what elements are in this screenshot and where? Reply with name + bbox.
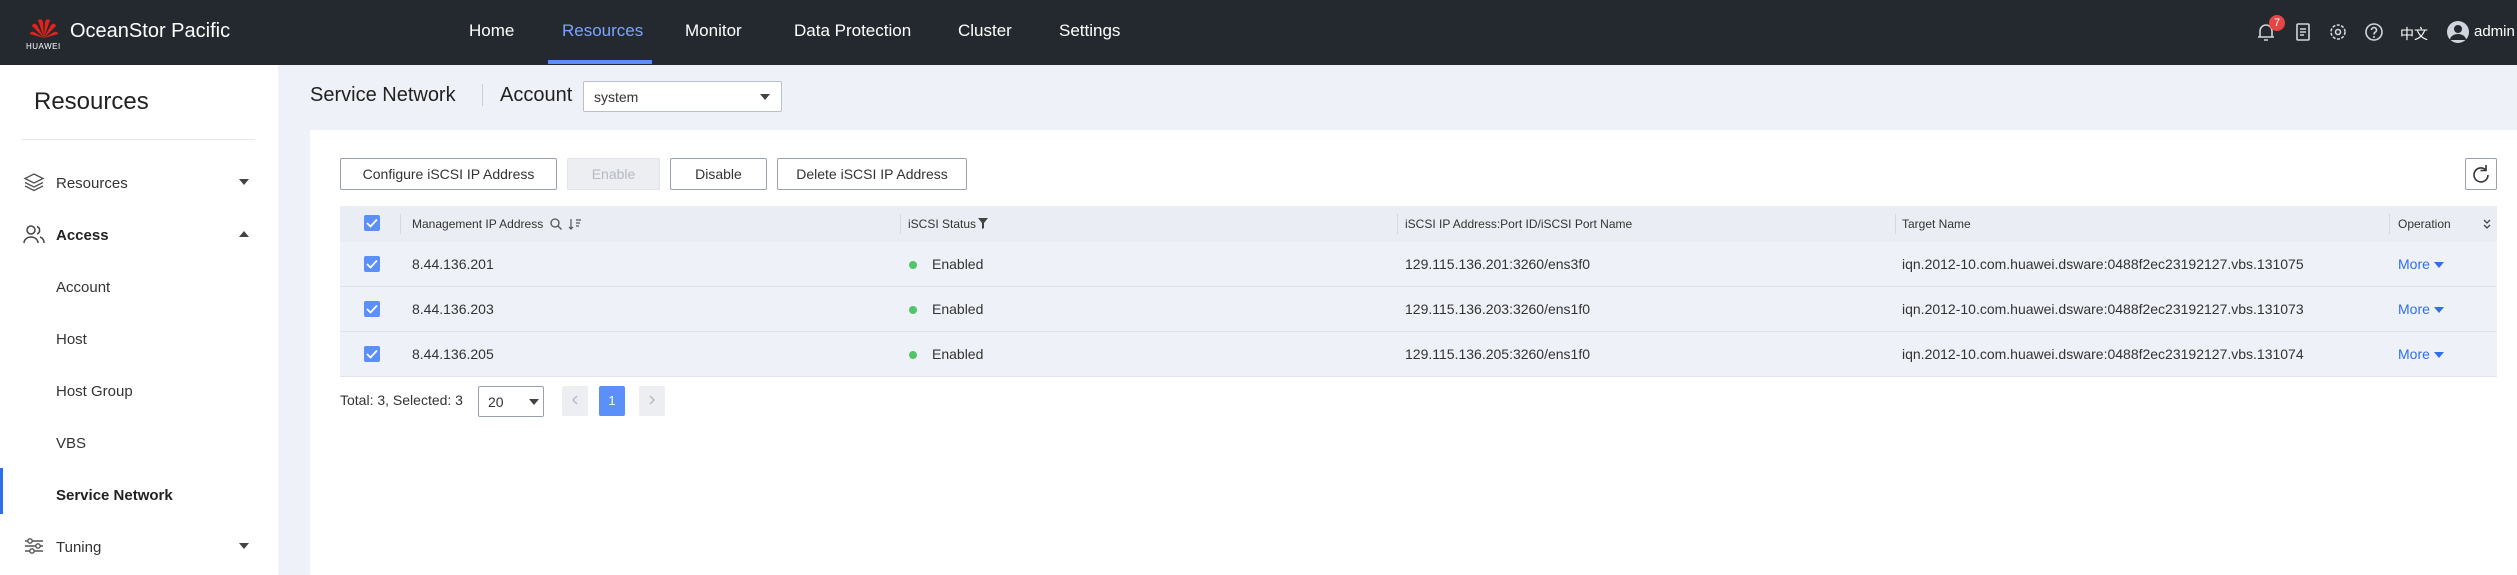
nav-resources[interactable]: Resources	[562, 21, 643, 41]
cell-status: Enabled	[932, 256, 984, 272]
delete-iscsi-button[interactable]: Delete iSCSI IP Address	[777, 158, 967, 190]
column-header-target-name[interactable]: Target Name	[1902, 217, 1971, 231]
cell-mgmt-ip: 8.44.136.201	[412, 256, 494, 272]
account-select-value: system	[594, 89, 639, 105]
sidebar: Resources Resources Access Account Host …	[0, 65, 278, 575]
column-header-iscsi-ip[interactable]: iSCSI IP Address:Port ID/iSCSI Port Name	[1405, 217, 1632, 231]
more-menu-link[interactable]: More	[2398, 301, 2430, 317]
filter-icon[interactable]	[977, 217, 989, 230]
user-avatar-icon[interactable]	[2446, 20, 2470, 44]
page-number-button[interactable]: 1	[599, 386, 625, 416]
more-menu-link[interactable]: More	[2398, 256, 2430, 272]
header-divider	[482, 84, 483, 106]
refresh-button[interactable]	[2465, 158, 2497, 190]
sidebar-divider	[22, 139, 255, 140]
next-page-button[interactable]	[639, 386, 665, 416]
status-dot-icon	[909, 306, 917, 314]
gear-icon[interactable]	[2327, 21, 2349, 43]
sidebar-title: Resources	[34, 88, 149, 115]
cell-mgmt-ip: 8.44.136.203	[412, 301, 494, 317]
nav-active-indicator	[548, 60, 652, 64]
sidebar-item-host-group[interactable]: Host Group	[56, 383, 133, 400]
help-icon[interactable]	[2363, 21, 2385, 43]
page-title: Service Network	[310, 84, 456, 106]
column-header-mgmt-ip[interactable]: Management IP Address	[412, 217, 543, 231]
chevron-down-icon	[2434, 352, 2444, 358]
cell-target-name: iqn.2012-10.com.huawei.dsware:0488f2ec23…	[1902, 256, 2304, 272]
cell-target-name: iqn.2012-10.com.huawei.dsware:0488f2ec23…	[1902, 346, 2304, 362]
page-size-select[interactable]: 20	[478, 386, 544, 417]
nav-data-protection[interactable]: Data Protection	[794, 21, 911, 41]
cell-iscsi-address: 129.115.136.205:3260/ens1f0	[1405, 346, 1591, 362]
column-separator	[400, 214, 401, 234]
column-header-iscsi-status[interactable]: iSCSI Status	[908, 217, 976, 231]
account-label: Account	[500, 84, 573, 106]
chevron-down-icon	[2434, 262, 2444, 268]
column-header-operation: Operation	[2398, 217, 2451, 231]
sidebar-item-service-network[interactable]: Service Network	[56, 487, 173, 504]
app-name: OceanStor Pacific	[70, 20, 231, 42]
language-switch[interactable]: 中文	[2400, 24, 2428, 44]
chevron-down-icon	[2434, 307, 2444, 313]
chevron-up-icon	[239, 231, 249, 237]
configure-iscsi-button[interactable]: Configure iSCSI IP Address	[340, 158, 557, 190]
table-row[interactable]: 8.44.136.201 Enabled 129.115.136.201:326…	[340, 242, 2497, 287]
nav-home[interactable]: Home	[469, 21, 514, 41]
column-separator	[900, 214, 901, 234]
table-row[interactable]: 8.44.136.205 Enabled 129.115.136.205:326…	[340, 332, 2497, 377]
page-size-value: 20	[488, 394, 504, 410]
cell-target-name: iqn.2012-10.com.huawei.dsware:0488f2ec23…	[1902, 301, 2304, 317]
notification-badge: 7	[2269, 15, 2285, 31]
brand-sub: HUAWEI	[26, 42, 61, 51]
chevron-down-icon	[239, 179, 249, 185]
layers-icon	[23, 173, 45, 192]
selection-summary: Total: 3, Selected: 3	[340, 392, 463, 408]
users-icon	[23, 225, 45, 244]
more-menu-link[interactable]: More	[2398, 346, 2430, 362]
table-row[interactable]: 8.44.136.203 Enabled 129.115.136.203:326…	[340, 287, 2497, 332]
chevron-down-icon	[239, 543, 249, 549]
sidebar-group-label: Access	[56, 227, 109, 244]
status-dot-icon	[909, 351, 917, 359]
cell-iscsi-address: 129.115.136.203:3260/ens1f0	[1405, 301, 1591, 317]
chevron-left-icon	[572, 395, 578, 405]
top-navigation-bar: OceanStor Pacific HUAWEI Home Resources …	[0, 0, 2517, 65]
table-header: Management IP Address iSCSI Status iSCSI…	[340, 206, 2497, 242]
column-separator	[2389, 214, 2390, 234]
chevron-down-icon	[529, 399, 539, 405]
row-checkbox[interactable]	[364, 256, 380, 272]
account-select[interactable]: system	[583, 81, 782, 112]
row-checkbox[interactable]	[364, 346, 380, 362]
select-all-checkbox[interactable]	[364, 215, 380, 231]
row-checkbox[interactable]	[364, 301, 380, 317]
sidebar-item-vbs[interactable]: VBS	[56, 435, 86, 452]
nav-settings[interactable]: Settings	[1059, 21, 1120, 41]
enable-button[interactable]: Enable	[567, 158, 660, 190]
column-separator	[1397, 214, 1398, 234]
prev-page-button[interactable]	[562, 386, 588, 416]
column-settings-icon[interactable]	[2482, 218, 2492, 230]
chevron-down-icon	[760, 94, 770, 100]
user-name[interactable]: admin	[2474, 23, 2515, 40]
sort-icon[interactable]	[568, 217, 582, 231]
selected-indicator	[0, 468, 3, 514]
disable-button[interactable]: Disable	[670, 158, 767, 190]
sidebar-group-label: Tuning	[56, 539, 102, 556]
document-icon[interactable]	[2292, 21, 2314, 43]
chevron-right-icon	[649, 395, 655, 405]
status-dot-icon	[909, 261, 917, 269]
cell-iscsi-address: 129.115.136.201:3260/ens3f0	[1405, 256, 1591, 272]
cell-status: Enabled	[932, 301, 984, 317]
sidebar-item-account[interactable]: Account	[56, 279, 110, 296]
cell-status: Enabled	[932, 346, 984, 362]
cell-mgmt-ip: 8.44.136.205	[412, 346, 494, 362]
column-separator	[1895, 214, 1896, 234]
refresh-icon	[2473, 165, 2489, 183]
sidebar-group-label: Resources	[56, 175, 128, 192]
sliders-icon	[25, 538, 43, 554]
nav-cluster[interactable]: Cluster	[958, 21, 1012, 41]
sidebar-item-host[interactable]: Host	[56, 331, 87, 348]
nav-monitor[interactable]: Monitor	[685, 21, 742, 41]
search-icon[interactable]	[549, 217, 563, 231]
